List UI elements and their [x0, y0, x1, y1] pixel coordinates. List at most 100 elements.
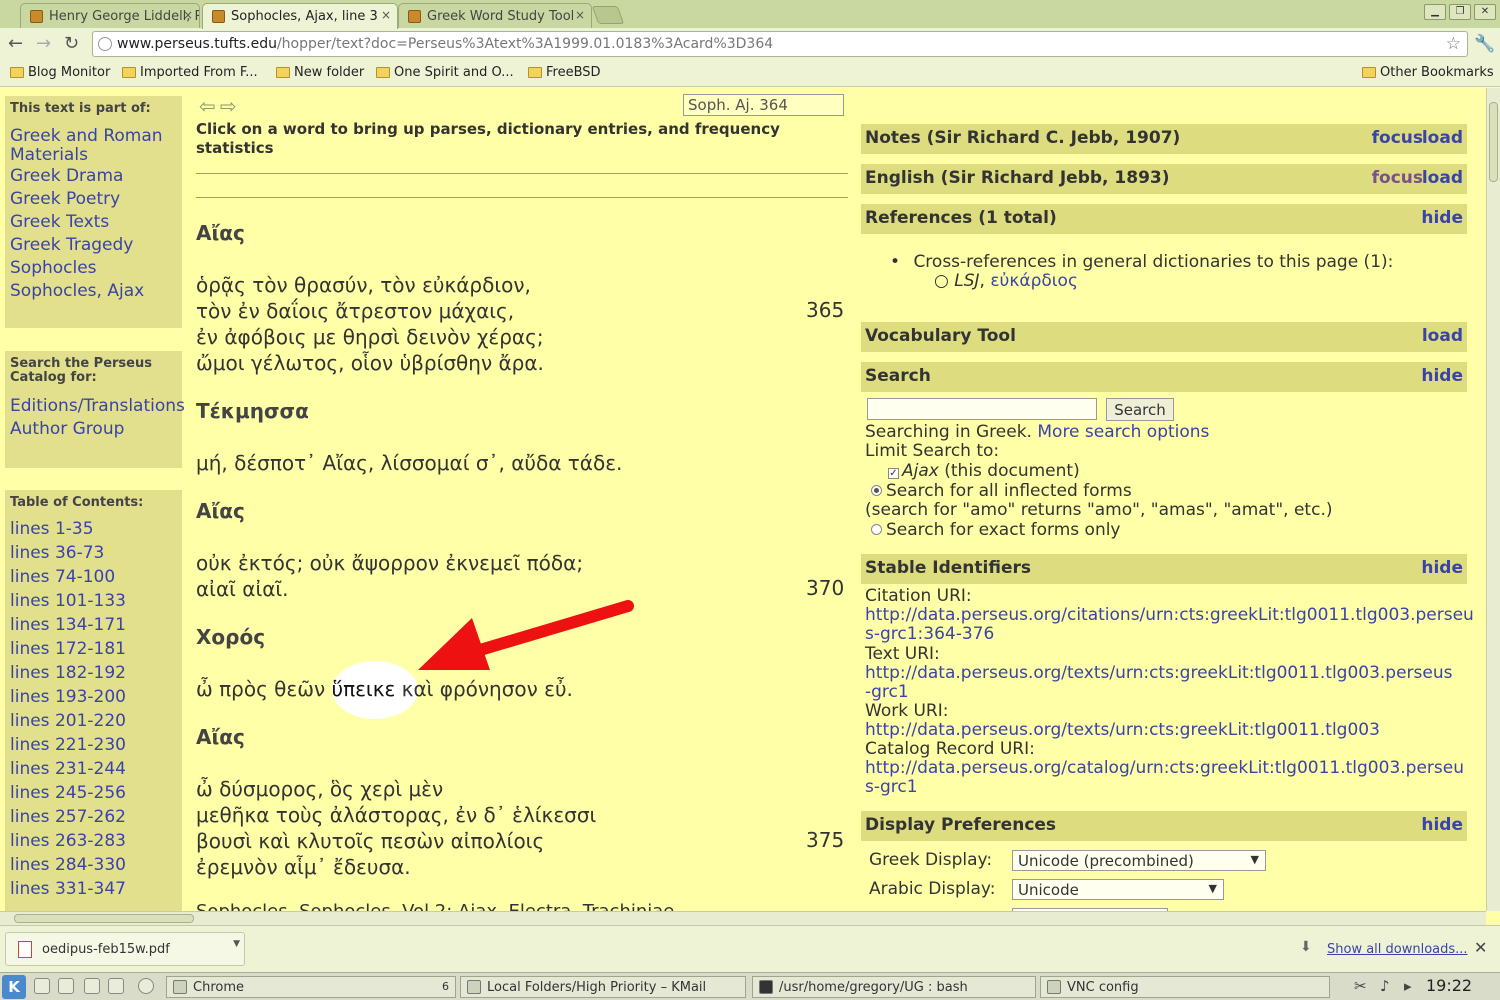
lsj-word-link[interactable]: εὐκάρδιος [990, 271, 1078, 291]
notes-load-link[interactable]: load [1422, 128, 1463, 148]
network-icon[interactable]: ✂ [1354, 977, 1367, 995]
address-bar[interactable]: www.perseus.tufts.edu/hopper/text?doc=Pe… [92, 31, 1468, 57]
toc-link[interactable]: lines 245-256 [10, 781, 177, 805]
bookmark-folder[interactable]: New folder [276, 65, 364, 80]
verse-line[interactable]: τὸν ἐν δαΐοις ἄτρεστον μάχαις, [196, 299, 514, 323]
bookmark-folder[interactable]: Imported From F... [122, 65, 258, 80]
toc-link[interactable]: lines 1-35 [10, 517, 177, 541]
search-hide-link[interactable]: hide [1421, 366, 1463, 386]
wrench-icon[interactable]: 🔧 [1474, 34, 1495, 54]
download-item[interactable]: oedipus-feb15w.pdf ▼ [5, 932, 245, 966]
link-author-group[interactable]: Author Group [10, 418, 177, 441]
toc-link[interactable]: lines 331-347 [10, 877, 177, 901]
english-focus-link[interactable]: focus [1372, 168, 1423, 188]
ajax-limit-option[interactable]: ✓ Ajax (this document) [888, 462, 1080, 481]
forward-arrow-icon[interactable]: → [36, 33, 51, 54]
close-window-icon[interactable]: ✕ [1474, 4, 1496, 20]
notes-icon[interactable] [108, 978, 124, 994]
english-load-link[interactable]: load [1422, 168, 1463, 188]
work-uri-link[interactable]: http://data.perseus.org/texts/urn:cts:gr… [865, 721, 1480, 740]
task-vnc[interactable]: VNC config [1040, 976, 1330, 998]
inflected-forms-option[interactable]: Search for all inflected forms [871, 482, 1132, 501]
arabic-display-select[interactable]: Unicode ▼ [1012, 879, 1224, 900]
minimize-icon[interactable]: ▁ [1424, 4, 1446, 20]
notes-focus-link[interactable]: focus [1372, 128, 1423, 148]
toc-link[interactable]: lines 193-200 [10, 685, 177, 709]
new-tab-button[interactable] [591, 6, 625, 24]
scroll-thumb[interactable] [1489, 102, 1498, 182]
link-greek-poetry[interactable]: Greek Poetry [10, 188, 177, 211]
download-menu-caret-icon[interactable]: ▼ [233, 939, 240, 949]
link-sophocles[interactable]: Sophocles [10, 257, 177, 280]
vertical-scrollbar[interactable] [1486, 88, 1500, 911]
previous-arrow-icon[interactable]: ⇦ [199, 94, 216, 118]
next-arrow-icon[interactable]: ⇨ [220, 94, 237, 118]
toc-link[interactable]: lines 221-230 [10, 733, 177, 757]
tab-close-icon[interactable]: × [381, 8, 391, 22]
verse-line[interactable]: οὐκ ἐκτός; οὐκ ἄψορρον ἐκνεμεῖ πόδα; [196, 551, 583, 575]
chorus-before[interactable]: ὦ πρὸς θεῶν [196, 677, 332, 701]
exact-radio[interactable] [871, 524, 882, 535]
bookmark-folder[interactable]: One Spirit and O... [376, 65, 514, 80]
verse-line[interactable]: ἐν ἀφόβοις με θηρσὶ δεινὸν χέρας; [196, 325, 544, 349]
link-sophocles-ajax[interactable]: Sophocles, Ajax [10, 280, 177, 303]
verse-line-chorus[interactable]: ὦ πρὸς θεῶν ὕπεικε καὶ φρόνησον εὖ. [196, 677, 573, 701]
task-chrome[interactable]: Chrome 6 [166, 976, 456, 998]
link-greek-drama[interactable]: Greek Drama [10, 165, 177, 188]
toc-link[interactable]: lines 36-73 [10, 541, 177, 565]
verse-line[interactable]: μή, δέσποτ᾽ Αἴας, λίσσομαί σ᾽, αὔδα τάδε… [196, 451, 622, 475]
display-prefs-hide-link[interactable]: hide [1421, 815, 1463, 835]
toc-link[interactable]: lines 101-133 [10, 589, 177, 613]
verse-line[interactable]: βουσὶ καὶ κλυτοῖς πεσὼν αἰπολίοις [196, 829, 544, 853]
task-bash[interactable]: /usr/home/gregory/UG : bash [752, 976, 1036, 998]
tab-liddell[interactable]: Henry George Liddell, R × [20, 3, 200, 28]
maximize-icon[interactable]: ❐ [1449, 4, 1471, 20]
toc-link[interactable]: lines 74-100 [10, 565, 177, 589]
verse-line[interactable]: μεθῆκα τοὺς ἀλάστορας, ἐν δ᾽ ἑλίκεσσι [196, 803, 596, 827]
link-editions-translations[interactable]: Editions/Translations [10, 395, 185, 418]
task-kmail[interactable]: Local Folders/High Priority – KMail [460, 976, 746, 998]
verse-line[interactable]: ἐρεμνὸν αἷμ᾽ ἔδευσα. [196, 855, 411, 879]
file-manager-icon[interactable] [58, 978, 74, 994]
verse-line[interactable]: ὤμοι γέλωτος, οἷον ὑβρίσθην ἄρα. [196, 351, 544, 375]
show-all-downloads-link[interactable]: Show all downloads... [1327, 942, 1468, 957]
link-greek-roman-materials[interactable]: Greek and Roman Materials [10, 127, 177, 165]
kde-menu-icon[interactable]: K [2, 975, 26, 999]
desktop-icon[interactable] [34, 978, 50, 994]
text-uri-link[interactable]: http://data.perseus.org/texts/urn:cts:gr… [865, 664, 1455, 702]
toc-link[interactable]: lines 172-181 [10, 637, 177, 661]
verse-line[interactable]: ὁρᾷς τὸν θρασύν, τὸν εὐκάρδιον, [196, 273, 531, 297]
more-search-options-link[interactable]: More search options [1037, 422, 1209, 442]
link-greek-tragedy[interactable]: Greek Tragedy [10, 234, 177, 257]
toc-link[interactable]: lines 201-220 [10, 709, 177, 733]
terminal-icon[interactable] [84, 978, 100, 994]
toc-link[interactable]: lines 284-330 [10, 853, 177, 877]
back-arrow-icon[interactable]: ← [8, 33, 23, 54]
exact-forms-option[interactable]: Search for exact forms only [871, 521, 1121, 540]
link-greek-texts[interactable]: Greek Texts [10, 211, 177, 234]
tab-greek-word-study[interactable]: Greek Word Study Tool × [398, 3, 592, 28]
reload-icon[interactable]: ↻ [64, 33, 79, 54]
horizontal-scrollbar[interactable] [0, 911, 1486, 925]
verse-line[interactable]: ὦ δύσμορος, ὃς χερὶ μὲν [196, 777, 443, 801]
bookmark-folder[interactable]: Blog Monitor [10, 65, 110, 80]
tab-close-icon[interactable]: × [183, 8, 193, 22]
bookmark-folder[interactable]: FreeBSD [528, 65, 601, 80]
scroll-thumb[interactable] [14, 914, 194, 923]
bookmark-star-icon[interactable]: ☆ [1446, 34, 1461, 54]
chorus-after[interactable]: καὶ φρόνησον εὖ. [395, 677, 573, 701]
clock[interactable]: 19:22 [1426, 976, 1472, 995]
search-button[interactable]: Search [1106, 398, 1174, 421]
toc-link[interactable]: lines 263-283 [10, 829, 177, 853]
catalog-uri-link[interactable]: http://data.perseus.org/catalog/urn:cts:… [865, 759, 1471, 797]
vocab-load-link[interactable]: load [1422, 326, 1463, 346]
ajax-checkbox[interactable]: ✓ [888, 468, 899, 479]
toc-link[interactable]: lines 182-192 [10, 661, 177, 685]
toc-link[interactable]: lines 134-171 [10, 613, 177, 637]
close-downloads-icon[interactable]: ✕ [1474, 938, 1487, 957]
greek-display-select[interactable]: Unicode (precombined) ▼ [1012, 850, 1266, 871]
volume-icon[interactable]: ♪ [1380, 977, 1390, 995]
other-bookmarks[interactable]: Other Bookmarks [1362, 65, 1494, 80]
tab-close-icon[interactable]: × [575, 8, 585, 22]
verse-line[interactable]: αἰαῖ αἰαῖ. [196, 577, 289, 601]
